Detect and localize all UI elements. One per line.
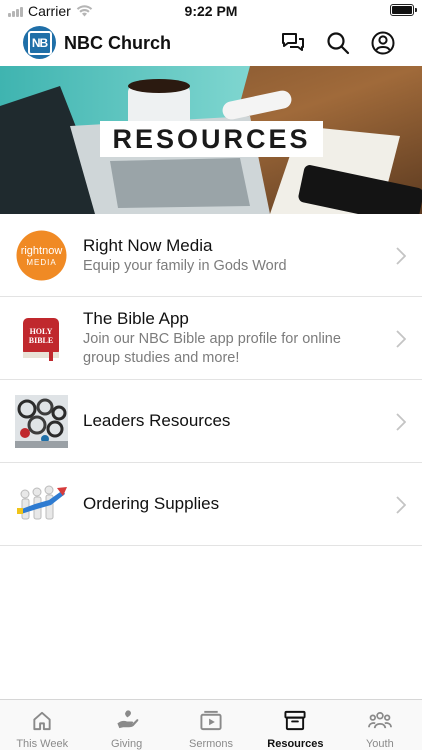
- chevron-right-icon: [396, 496, 406, 514]
- video-icon: [200, 710, 222, 731]
- battery-icon: [390, 4, 417, 16]
- right-now-thumb-subtext: MEDIA: [26, 258, 56, 267]
- church-logo: NB: [23, 26, 56, 59]
- tab-giving[interactable]: Giving: [84, 700, 168, 750]
- item-subtitle: Equip your family in Gods Word: [83, 257, 287, 274]
- right-now-media-thumbnail: rightnow MEDIA: [15, 229, 68, 282]
- tab-bar: This Week Giving Sermons Resources Youth: [0, 699, 422, 750]
- bible-thumb-subtext: BIBLE: [29, 336, 53, 345]
- item-title: Ordering Supplies: [83, 494, 220, 513]
- search-icon[interactable]: [325, 30, 351, 56]
- tab-label: Sermons: [189, 738, 234, 750]
- list-item-bible-app[interactable]: HOLY BIBLE The Bible App Join our NBC Bi…: [0, 297, 422, 380]
- list-item-ordering-supplies[interactable]: Ordering Supplies: [0, 463, 422, 546]
- status-time: 9:22 PM: [184, 3, 238, 19]
- chat-icon[interactable]: [280, 30, 306, 56]
- ordering-supplies-thumbnail: [15, 478, 68, 531]
- resources-banner: RESOURCES: [0, 66, 422, 214]
- resource-list: rightnow MEDIA Right Now Media Equip you…: [0, 214, 422, 546]
- logo-mark: NB: [27, 30, 52, 55]
- list-item-leaders-resources[interactable]: Leaders Resources: [0, 380, 422, 463]
- giving-hand-icon: [117, 710, 138, 729]
- chevron-right-icon: [396, 247, 406, 265]
- item-title: Right Now Media: [83, 235, 213, 255]
- item-title: The Bible App: [83, 309, 189, 328]
- archive-box-icon: [284, 710, 306, 731]
- bible-thumb-text: HOLY: [30, 327, 53, 336]
- tab-this-week[interactable]: This Week: [0, 700, 84, 750]
- right-now-thumb-text: rightnow: [21, 245, 63, 257]
- people-icon: [367, 711, 392, 729]
- leaders-resources-thumbnail: [15, 395, 68, 448]
- chevron-right-icon: [396, 330, 406, 348]
- item-title: Leaders Resources: [83, 411, 231, 430]
- tab-label: Resources: [267, 738, 324, 750]
- tab-resources[interactable]: Resources: [253, 700, 337, 750]
- home-icon: [33, 711, 51, 731]
- status-bar: Carrier 9:22 PM: [0, 0, 422, 22]
- banner-title-box: RESOURCES: [100, 121, 323, 157]
- item-subtitle: Join our NBC Bible app profile for onlin…: [83, 331, 341, 366]
- chevron-right-icon: [396, 413, 406, 431]
- profile-icon[interactable]: [370, 30, 396, 56]
- app-title: NBC Church: [64, 33, 171, 53]
- list-item-right-now-media[interactable]: rightnow MEDIA Right Now Media Equip you…: [0, 214, 422, 297]
- tab-label: Giving: [111, 738, 143, 750]
- tab-sermons[interactable]: Sermons: [169, 700, 253, 750]
- banner-title: RESOURCES: [112, 123, 311, 154]
- bible-app-thumbnail: HOLY BIBLE: [15, 312, 68, 365]
- tab-label: This Week: [16, 738, 69, 750]
- tab-youth[interactable]: Youth: [338, 700, 422, 750]
- app-header: NB NBC Church: [0, 22, 422, 66]
- tab-label: Youth: [365, 738, 394, 750]
